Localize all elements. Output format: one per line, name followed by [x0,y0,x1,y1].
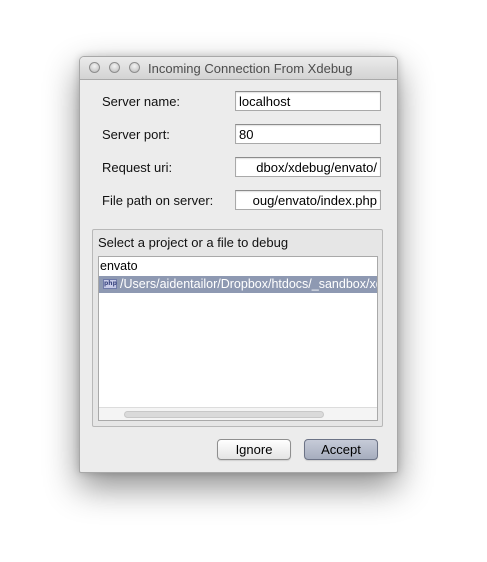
request-uri-value: dbox/xdebug/envato/ [256,160,377,175]
server-port-value: 80 [239,127,254,142]
window-title: Incoming Connection From Xdebug [148,61,353,76]
tree-item-label: /Users/aidentailor/Dropbox/htdocs/_sandb… [120,277,377,291]
php-file-icon: php [103,279,117,289]
tree-item-selected-file[interactable]: php /Users/aidentailor/Dropbox/htdocs/_s… [99,276,377,293]
horizontal-scrollbar[interactable] [99,407,377,420]
close-window-icon[interactable] [89,62,100,73]
zoom-window-icon[interactable] [129,62,140,73]
tree-root-project[interactable]: envato [100,259,138,273]
server-name-value: localhost [239,94,291,109]
scrollbar-thumb[interactable] [124,411,324,418]
server-name-label: Server name: [102,94,181,109]
ignore-button[interactable]: Ignore [217,439,291,460]
file-path-label: File path on server: [102,193,214,208]
request-uri-field[interactable]: dbox/xdebug/envato/ [235,157,381,177]
server-name-field[interactable]: localhost [235,91,381,111]
server-port-label: Server port: [102,127,170,142]
title-bar[interactable]: Incoming Connection From Xdebug [80,57,397,80]
project-selection-group: Select a project or a file to debug enva… [92,229,383,427]
project-selection-label: Select a project or a file to debug [98,235,289,250]
request-uri-label: Request uri: [102,160,173,175]
file-path-field[interactable]: oug/envato/index.php [235,190,381,210]
incoming-connection-dialog: Incoming Connection From Xdebug Server n… [79,56,398,473]
minimize-window-icon[interactable] [109,62,120,73]
accept-button[interactable]: Accept [304,439,378,460]
project-tree[interactable]: envato php /Users/aidentailor/Dropbox/ht… [98,256,378,421]
server-port-field[interactable]: 80 [235,124,381,144]
file-path-value: oug/envato/index.php [252,193,377,208]
